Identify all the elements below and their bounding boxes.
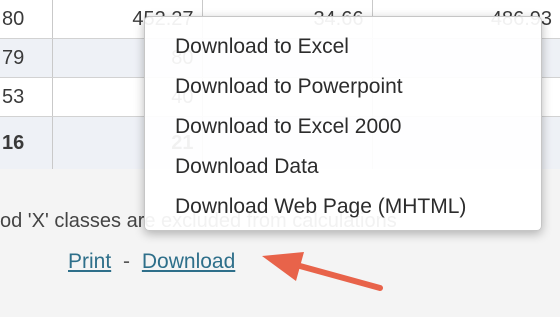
link-separator: - xyxy=(123,250,131,273)
menu-item-download-mhtml[interactable]: Download Web Page (MHTML) xyxy=(145,187,541,227)
download-link[interactable]: Download xyxy=(142,250,235,273)
report-links: Print - Download xyxy=(68,250,235,274)
table-cell: 79 xyxy=(0,38,53,78)
table-cell: 16 xyxy=(0,116,53,169)
menu-item-download-data[interactable]: Download Data xyxy=(145,147,541,187)
menu-item-download-excel-2000[interactable]: Download to Excel 2000 xyxy=(145,107,541,147)
table-cell: 53 xyxy=(0,77,53,117)
table-cell: 80 xyxy=(0,0,53,39)
download-menu: Download to Excel Download to Powerpoint… xyxy=(144,16,542,231)
menu-item-download-excel[interactable]: Download to Excel xyxy=(145,27,541,67)
print-link[interactable]: Print xyxy=(68,250,111,273)
menu-item-download-powerpoint[interactable]: Download to Powerpoint xyxy=(145,67,541,107)
